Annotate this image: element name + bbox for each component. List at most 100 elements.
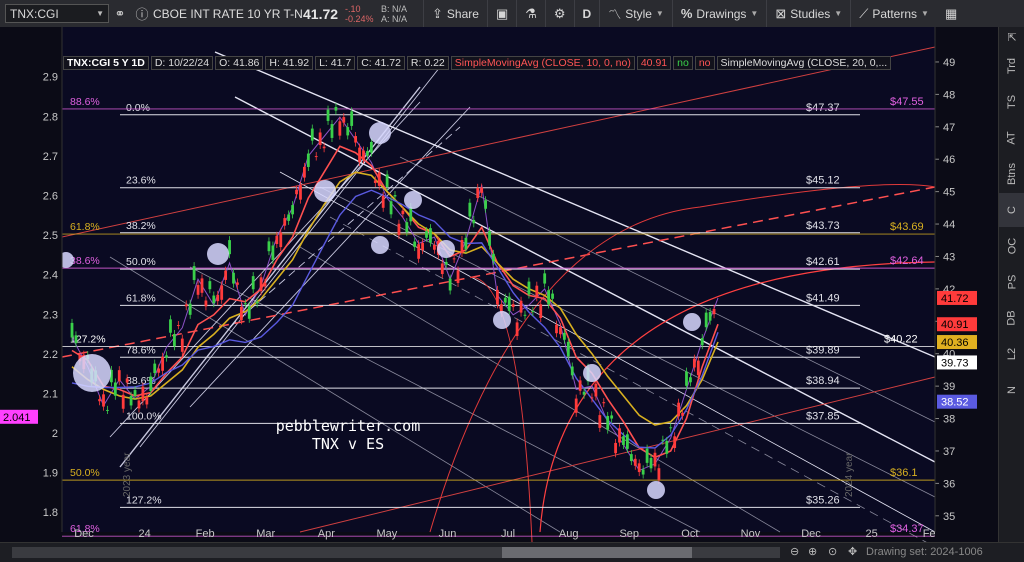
candle-body [188, 303, 192, 315]
candle-body [358, 147, 361, 163]
tab-ps[interactable]: PS [999, 265, 1024, 299]
zoom-in-icon[interactable]: ⊕ [808, 545, 817, 558]
tab-btns[interactable]: Btns [999, 157, 1024, 191]
zoom-reset-icon[interactable]: ⊙ [828, 545, 837, 558]
candle-body [626, 434, 629, 449]
candle-body [432, 244, 436, 250]
flask-icon: ⚗ [525, 5, 537, 21]
x-tick-label: Sep [619, 528, 639, 540]
interval-label: D [582, 6, 592, 21]
link-icon[interactable]: ⚭ [109, 6, 131, 22]
header-symbol[interactable]: TNX:CGI 5 Y 1D [63, 56, 149, 70]
chart-svg[interactable]: 0.0% $47.37 23.6% $45.12 38.2% $43.73 50.0% $42… [0, 27, 998, 548]
candle-body [173, 334, 176, 347]
tab-n[interactable]: N [999, 373, 1024, 407]
candle-body [515, 322, 519, 336]
tab-oc[interactable]: OC [999, 229, 1024, 263]
outer-fib-value: $40.22 [884, 334, 918, 346]
header-sma10-flag: no [673, 56, 693, 70]
grid-button[interactable]: ▦ [937, 0, 965, 27]
scroll-thumb[interactable] [502, 547, 692, 558]
bid-ask: B: N/A A: N/A [381, 4, 423, 24]
pivot-dot [369, 122, 391, 144]
candle-body [547, 290, 551, 305]
time-scrollbar: ⊖ ⊕ ⊙ ✥ Drawing set: 2024-1006 [0, 542, 1024, 562]
tab-label: DB [1006, 310, 1018, 326]
pivot-dot [583, 364, 601, 382]
candle-body [113, 382, 117, 396]
candle-body [559, 327, 562, 335]
candle-body [247, 306, 251, 319]
candle-body [472, 219, 476, 224]
top-toolbar: TNX:CGI ▼ ⚭ ⓘ CBOE INT RATE 10 YR T-N...… [0, 0, 1024, 28]
left-tick-label: 2.4 [43, 270, 58, 282]
candle-body [523, 314, 527, 316]
chart-area[interactable]: 0.0% $47.37 23.6% $45.12 38.2% $43.73 50.0% $42… [0, 27, 998, 548]
snapshot-button[interactable]: ▣ [486, 0, 516, 27]
pivot-dot [371, 236, 389, 254]
candle-body [689, 377, 692, 383]
candle-body [649, 458, 653, 469]
left-tick-label: 2.6 [43, 190, 58, 202]
watermark-year: 2023 year [122, 452, 133, 497]
style-button[interactable]: 〽 Style ▼ [599, 0, 672, 27]
candle-body [484, 200, 487, 209]
candle-body [708, 312, 712, 321]
tab-trd[interactable]: Trd [999, 49, 1024, 83]
tab-at[interactable]: AT [999, 121, 1024, 155]
candle-body [299, 185, 302, 200]
candle-body [330, 124, 334, 138]
settings-button[interactable]: ⚙ [544, 0, 574, 27]
tab-ts[interactable]: TS [999, 85, 1024, 119]
header-sma20[interactable]: SimpleMovingAvg (CLOSE, 20, 0,... [716, 56, 892, 70]
header-date: D: 10/22/24 [150, 56, 214, 70]
drawings-button[interactable]: % Drawings ▼ [671, 0, 767, 27]
right-tick-label: 47 [943, 122, 955, 134]
candle-body [539, 304, 543, 318]
candle-body [196, 285, 200, 295]
header-open: O: 41.86 [215, 56, 264, 70]
candle-body [448, 278, 452, 291]
candle-body [157, 368, 161, 373]
tab-collapse[interactable]: ⇱ [999, 27, 1024, 47]
x-tick-label: Dec [801, 528, 821, 540]
candle-body [452, 258, 456, 260]
scroll-track[interactable] [12, 547, 780, 558]
tab-label: Btns [1005, 162, 1018, 186]
right-tick-label: 36 [943, 478, 955, 490]
symbol-selector[interactable]: TNX:CGI ▼ [5, 4, 109, 23]
tab-label: AT [1006, 131, 1018, 145]
candle-body [653, 452, 657, 467]
header-range: R: 0.22 [406, 56, 449, 70]
tab-db[interactable]: DB [999, 301, 1024, 335]
studies-button[interactable]: ⊠ Studies ▼ [766, 0, 850, 27]
left-tick-label: 2.5 [43, 230, 58, 242]
tab-c[interactable]: C [999, 193, 1024, 227]
fib-level-value: $38.94 [806, 375, 840, 387]
candle-body [460, 240, 464, 253]
candle-body [590, 397, 594, 399]
candle-body [629, 454, 633, 462]
interval-button[interactable]: D [573, 0, 600, 27]
candle-body [133, 390, 137, 397]
candle-body [480, 187, 484, 193]
candle-body [271, 245, 275, 260]
zoom-out-icon[interactable]: ⊖ [790, 545, 799, 558]
candle-body [346, 127, 350, 136]
header-sma10[interactable]: SimpleMovingAvg (CLOSE, 10, 0, no) [450, 56, 635, 70]
header-sma10-flag2: no [694, 56, 715, 70]
candle-body [326, 109, 330, 121]
fib-level-value: $37.85 [806, 410, 840, 422]
cursor-icon[interactable]: ✥ [848, 545, 857, 558]
candle-body [555, 324, 558, 334]
tab-l2[interactable]: L2 [999, 337, 1024, 371]
info-icon[interactable]: ⓘ [131, 4, 153, 23]
candle-body [578, 380, 582, 391]
flask-button[interactable]: ⚗ [516, 0, 545, 27]
share-icon: ⇪ [432, 5, 443, 21]
candle-body [397, 223, 401, 236]
share-button[interactable]: ⇪ Share [423, 0, 487, 27]
annotation-line-2: TNX v ES [312, 435, 384, 453]
patterns-button[interactable]: ⟋ Patterns ▼ [850, 0, 937, 27]
candle-body [712, 308, 716, 315]
